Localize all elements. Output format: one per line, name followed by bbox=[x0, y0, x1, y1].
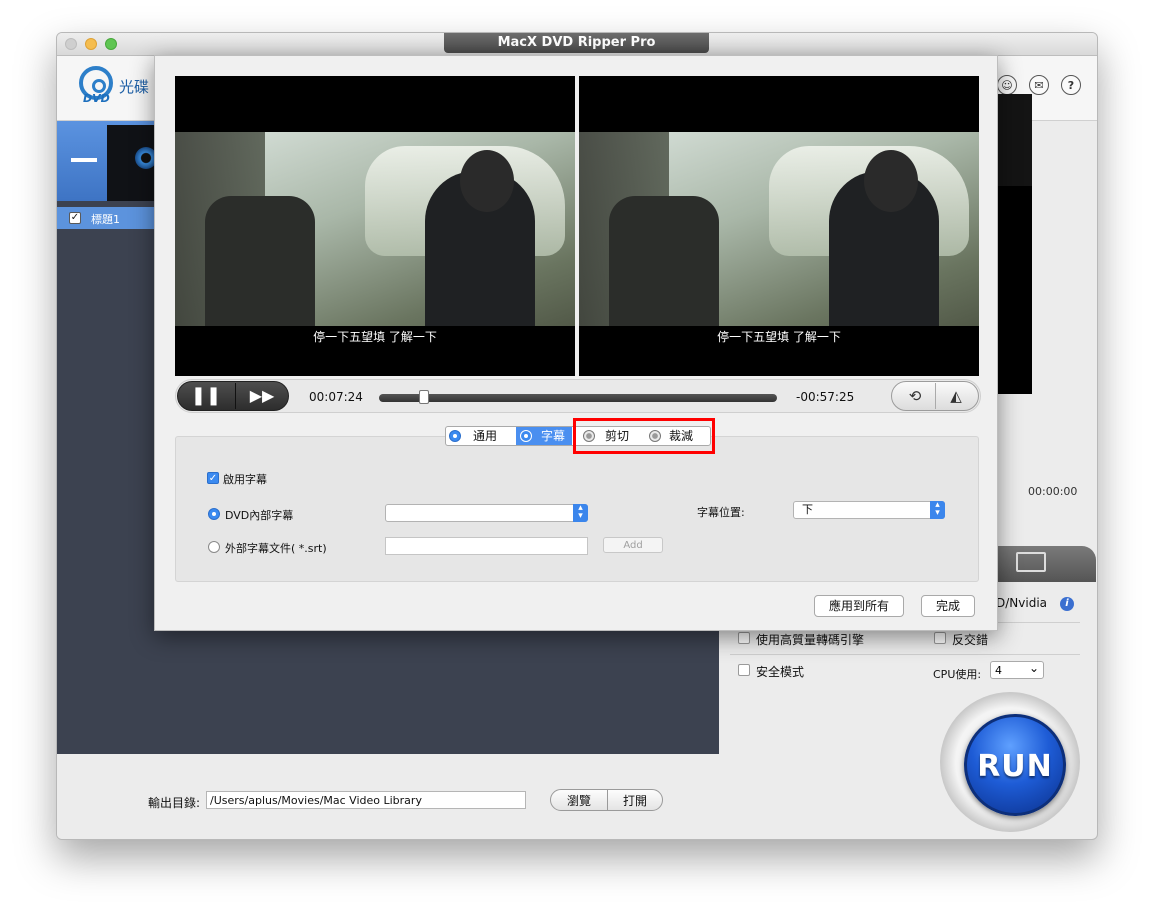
tab-general[interactable]: 通用 bbox=[446, 427, 516, 445]
preview-time: 00:00:00 bbox=[1028, 485, 1078, 498]
maximize-window-button[interactable] bbox=[105, 38, 117, 50]
position-value: 下 bbox=[802, 503, 813, 516]
user-icon[interactable]: ☺ bbox=[997, 75, 1017, 95]
title-thumbnail[interactable] bbox=[57, 121, 157, 201]
help-icon[interactable]: ? bbox=[1061, 75, 1081, 95]
external-subtitle-input[interactable] bbox=[385, 537, 588, 555]
title-list-item[interactable]: ✓ 標題1 bbox=[57, 207, 157, 229]
highlight-box bbox=[573, 418, 715, 454]
cpu-label: CPU使用: bbox=[933, 668, 982, 681]
video-subtitle: 停一下五望填 了解一下 bbox=[313, 330, 437, 344]
open-button[interactable]: 打開 bbox=[607, 789, 663, 811]
tab-subtitles[interactable]: 字幕 bbox=[516, 427, 572, 445]
remaining-time: -00:57:25 bbox=[796, 390, 855, 404]
tab-general-radio bbox=[449, 430, 461, 442]
cpu-select[interactable]: 4 bbox=[990, 659, 1044, 679]
scene-seat bbox=[609, 196, 719, 346]
position-label: 字幕位置: bbox=[697, 506, 745, 519]
window-title: MacX DVD Ripper Pro bbox=[444, 33, 709, 53]
high-quality-label: 使用高質量轉碼引擎 bbox=[756, 633, 865, 647]
scene-seat bbox=[205, 196, 315, 346]
gpu-label: D/Nvidia bbox=[996, 596, 1047, 610]
deinterlace-checkbox[interactable] bbox=[934, 632, 946, 644]
scene-head bbox=[864, 150, 918, 212]
tab-subtitles-label: 字幕 bbox=[541, 429, 566, 443]
info-icon[interactable]: i bbox=[1060, 597, 1074, 611]
progress-handle[interactable] bbox=[418, 390, 429, 404]
deinterlace-label: 反交錯 bbox=[952, 633, 989, 647]
scene-head bbox=[460, 150, 514, 212]
progress-track[interactable] bbox=[379, 394, 777, 402]
fast-forward-icon[interactable]: ▶▶ bbox=[235, 383, 288, 409]
run-label: RUN bbox=[977, 749, 1053, 784]
select-chevron-icon: ▴ ▾ bbox=[573, 504, 588, 522]
enable-subtitles-checkbox[interactable]: ✓ bbox=[207, 472, 219, 484]
logo-label: 光碟 bbox=[119, 78, 150, 96]
add-subtitle-button[interactable]: Add bbox=[603, 537, 663, 553]
close-window-button[interactable] bbox=[65, 38, 77, 50]
external-subtitle-radio[interactable] bbox=[208, 541, 220, 553]
safe-mode-checkbox[interactable] bbox=[738, 664, 750, 676]
settings-dialog: 停一下五望填 了解一下 停一下五望填 了解一下 ❚❚ ▶▶ 00:07:24 -… bbox=[154, 55, 998, 631]
title-label: 標題1 bbox=[91, 213, 120, 226]
folder-tab[interactable] bbox=[996, 546, 1096, 582]
safe-mode-label: 安全模式 bbox=[756, 665, 805, 679]
output-preview: 停一下五望填 了解一下 bbox=[579, 76, 979, 376]
original-preview: 停一下五望填 了解一下 bbox=[175, 76, 575, 376]
current-time: 00:07:24 bbox=[309, 390, 363, 404]
title-checkbox[interactable]: ✓ bbox=[69, 212, 81, 224]
apply-to-all-button[interactable]: 應用到所有 bbox=[814, 595, 904, 617]
cpu-value: 4 bbox=[995, 664, 1002, 677]
output-label: 輸出目錄: bbox=[148, 796, 201, 810]
letterbox-top bbox=[579, 76, 979, 132]
dvd-internal-radio[interactable] bbox=[208, 508, 220, 520]
flip-icon[interactable]: ◭ bbox=[935, 383, 976, 409]
rotate-icon[interactable]: ⟲ bbox=[895, 383, 935, 409]
letterbox-top bbox=[175, 76, 575, 132]
folder-icon[interactable] bbox=[1016, 552, 1046, 572]
high-quality-checkbox[interactable] bbox=[738, 632, 750, 644]
mail-icon[interactable]: ✉ bbox=[1029, 75, 1049, 95]
external-subtitle-label: 外部字幕文件( *.srt) bbox=[225, 542, 327, 555]
tab-subtitles-radio bbox=[520, 430, 532, 442]
output-path-input[interactable]: /Users/aplus/Movies/Mac Video Library bbox=[206, 791, 526, 809]
browse-button[interactable]: 瀏覽 bbox=[550, 789, 608, 811]
pause-icon[interactable]: ❚❚ bbox=[179, 383, 233, 409]
position-select[interactable]: 下 ▴ ▾ bbox=[793, 501, 945, 519]
dvd-internal-label: DVD內部字幕 bbox=[225, 509, 294, 522]
video-subtitle: 停一下五望填 了解一下 bbox=[717, 330, 841, 344]
done-button[interactable]: 完成 bbox=[921, 595, 975, 617]
tab-general-label: 通用 bbox=[473, 429, 498, 443]
title-bar: MacX DVD Ripper Pro bbox=[57, 33, 1097, 56]
divider bbox=[730, 654, 1080, 655]
enable-subtitles-label: 啟用字幕 bbox=[223, 473, 267, 486]
logo-sub-label: DVD bbox=[83, 92, 110, 105]
dvd-subtitle-select[interactable]: ▴ ▾ bbox=[385, 504, 588, 522]
minimize-window-button[interactable] bbox=[85, 38, 97, 50]
select-chevron-icon: ▴ ▾ bbox=[930, 501, 945, 519]
remove-icon[interactable] bbox=[71, 158, 97, 162]
